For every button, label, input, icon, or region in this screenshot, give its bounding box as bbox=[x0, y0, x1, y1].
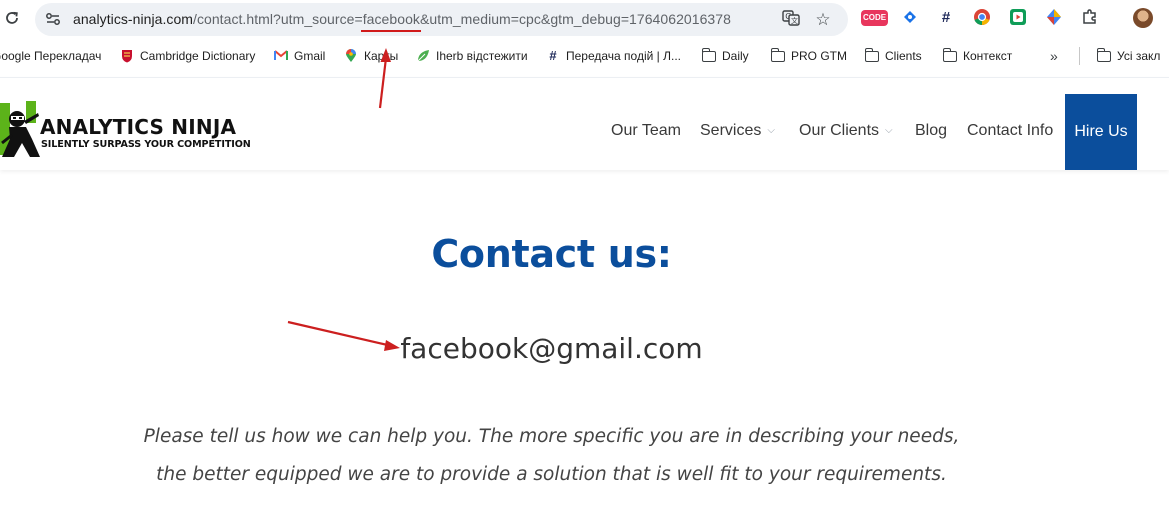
url-text[interactable]: analytics-ninja.com/contact.html?utm_sou… bbox=[73, 11, 731, 27]
media-extension-icon[interactable] bbox=[1008, 8, 1028, 28]
url-path: /contact.html?utm_source= bbox=[193, 11, 363, 27]
crest-icon bbox=[120, 49, 134, 63]
folder-icon bbox=[942, 47, 957, 62]
folder-icon bbox=[701, 47, 716, 62]
translate-icon[interactable]: G文 bbox=[780, 9, 802, 31]
bookmark-label: Iherb відстежити bbox=[436, 49, 528, 63]
leaf-icon bbox=[416, 49, 430, 63]
bookmark-label: Усі закл bbox=[1117, 49, 1161, 63]
nav-our-clients[interactable]: Our Clients ⌵ bbox=[799, 122, 893, 140]
bookmarks-overflow-button[interactable]: » bbox=[1050, 47, 1058, 65]
bookmark-folder-clients[interactable]: Clients bbox=[864, 47, 922, 65]
bookmark-label: Передача подій | Л... bbox=[566, 49, 681, 63]
profile-avatar[interactable] bbox=[1133, 8, 1153, 28]
contact-email[interactable]: facebook@gmail.com bbox=[0, 332, 1103, 365]
nav-blog[interactable]: Blog bbox=[915, 122, 947, 140]
chevron-down-icon: ⌵ bbox=[885, 125, 893, 136]
bookmark-label: Google Перекладач bbox=[0, 49, 102, 63]
bookmark-event-transfer[interactable]: # Передача подій | Л... bbox=[546, 47, 681, 65]
puzzle-icon[interactable] bbox=[1080, 8, 1100, 28]
nav-contact-info[interactable]: Contact Info bbox=[967, 122, 1053, 140]
bookmarks-divider bbox=[1079, 47, 1080, 65]
bookmark-label: Daily bbox=[722, 49, 749, 63]
site-info-icon[interactable] bbox=[44, 10, 62, 28]
bookmark-label: Карты bbox=[364, 49, 399, 63]
nav-our-team[interactable]: Our Team bbox=[611, 122, 681, 140]
address-bar[interactable]: analytics-ninja.com/contact.html?utm_sou… bbox=[35, 3, 848, 36]
hire-us-button[interactable]: Hire Us bbox=[1065, 94, 1137, 170]
hash-extension-icon[interactable]: # bbox=[936, 8, 956, 28]
tag-extension-icon[interactable] bbox=[900, 8, 920, 28]
code-extension-icon[interactable]: CODE bbox=[861, 10, 888, 26]
contact-description: Please tell us how we can help you. The … bbox=[0, 418, 1103, 494]
folder-icon bbox=[864, 47, 879, 62]
bookmark-folder-kontekst[interactable]: Контекст bbox=[942, 47, 1013, 65]
description-line: the better equipped we are to provide a … bbox=[156, 464, 947, 485]
bookmark-gmail[interactable]: Gmail bbox=[274, 47, 325, 65]
paint-extension-icon[interactable] bbox=[1044, 8, 1064, 28]
site-header: ANALYTICS NINJA SILENTLY SURPASS YOUR CO… bbox=[0, 77, 1169, 170]
hash-icon: # bbox=[549, 48, 557, 63]
bookmark-cambridge[interactable]: Cambridge Dictionary bbox=[120, 47, 255, 65]
bookmark-maps[interactable]: Карты bbox=[344, 47, 398, 65]
logo-tagline: SILENTLY SURPASS YOUR COMPETITION bbox=[41, 139, 251, 150]
bookmark-label: Cambridge Dictionary bbox=[140, 49, 256, 63]
bookmark-google-translate[interactable]: Google Перекладач bbox=[0, 47, 101, 65]
site-logo[interactable]: ANALYTICS NINJA SILENTLY SURPASS YOUR CO… bbox=[0, 97, 260, 159]
reload-icon[interactable] bbox=[2, 9, 22, 29]
folder-icon bbox=[1096, 47, 1111, 62]
all-bookmarks-folder[interactable]: Усі закл bbox=[1096, 47, 1161, 65]
description-line: Please tell us how we can help you. The … bbox=[143, 426, 960, 447]
bookmark-label: PRO GTM bbox=[791, 49, 847, 63]
nav-label: Contact Info bbox=[967, 122, 1054, 139]
url-host: analytics-ninja.com bbox=[73, 11, 193, 27]
bookmark-label: Контекст bbox=[963, 49, 1013, 63]
svg-text:文: 文 bbox=[791, 16, 798, 25]
bookmark-label: Clients bbox=[885, 49, 922, 63]
star-icon[interactable]: ☆ bbox=[812, 9, 834, 31]
bookmarks-bar: Google Перекладач Cambridge Dictionary G… bbox=[0, 43, 1169, 69]
logo-name: ANALYTICS NINJA bbox=[40, 115, 237, 139]
maps-pin-icon bbox=[344, 49, 358, 63]
folder-icon bbox=[770, 47, 785, 62]
ninja-logo-icon bbox=[0, 101, 40, 157]
gmail-icon bbox=[274, 49, 288, 63]
nav-services[interactable]: Services ⌵ bbox=[700, 122, 775, 140]
chevron-double-right-icon: » bbox=[1050, 48, 1058, 64]
chrome-extension-icon[interactable] bbox=[972, 8, 992, 28]
nav-label: Our Team bbox=[611, 122, 681, 139]
bookmark-iherb[interactable]: Iherb відстежити bbox=[416, 47, 528, 65]
bookmark-label: Gmail bbox=[294, 49, 326, 63]
nav-label: Services bbox=[700, 122, 762, 139]
browser-toolbar: analytics-ninja.com/contact.html?utm_sou… bbox=[0, 0, 1169, 77]
bookmark-folder-daily[interactable]: Daily bbox=[701, 47, 749, 65]
url-query-rest: &utm_medium=cpc&gtm_debug=1764062016378 bbox=[419, 11, 731, 27]
url-utm-source-value: facebook bbox=[362, 11, 420, 27]
nav-label: Our Clients bbox=[799, 122, 880, 139]
nav-label: Blog bbox=[915, 122, 948, 139]
bookmark-folder-pro-gtm[interactable]: PRO GTM bbox=[770, 47, 847, 65]
chevron-down-icon: ⌵ bbox=[767, 125, 775, 136]
page-title: Contact us: bbox=[431, 232, 672, 276]
